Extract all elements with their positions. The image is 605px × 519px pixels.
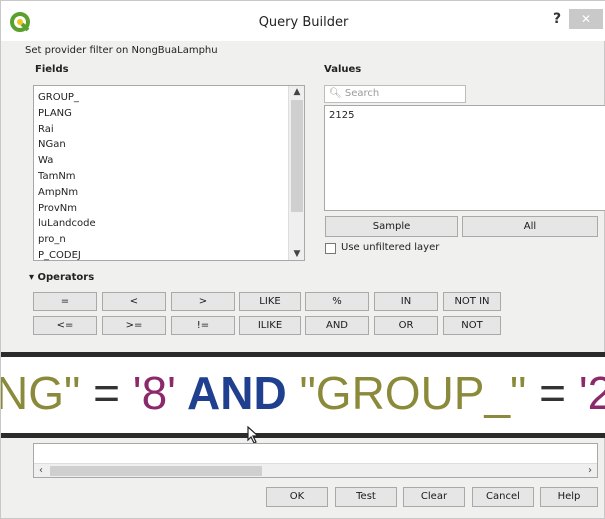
operator-button[interactable]: IN xyxy=(374,292,438,311)
operator-button[interactable]: != xyxy=(171,316,235,335)
use-unfiltered-checkbox[interactable] xyxy=(325,243,336,254)
help-button[interactable]: Help xyxy=(540,487,598,507)
expression-token: = xyxy=(80,367,133,419)
ok-button[interactable]: OK xyxy=(266,487,328,507)
expression-scrollbar[interactable]: ‹ › xyxy=(34,463,597,477)
scroll-down-icon[interactable]: ▼ xyxy=(289,249,305,259)
search-icon: 🔍︎ xyxy=(329,88,342,99)
field-item[interactable]: NGan xyxy=(38,137,96,153)
all-button[interactable]: All xyxy=(462,216,598,237)
expression-text[interactable]: NG" = '8' AND "GROUP_" = '2 xyxy=(1,365,605,421)
test-button[interactable]: Test xyxy=(335,487,397,507)
operators-header[interactable]: ▾ Operators xyxy=(29,272,94,283)
expression-token: '8' xyxy=(132,367,176,419)
use-unfiltered-label: Use unfiltered layer xyxy=(341,242,440,253)
field-item[interactable]: AmpNm xyxy=(38,185,96,201)
fields-label: Fields xyxy=(35,64,69,75)
scroll-right-icon[interactable]: › xyxy=(583,464,597,477)
field-item[interactable]: pro_n xyxy=(38,232,96,248)
operators-label: Operators xyxy=(37,272,95,283)
operator-button[interactable]: < xyxy=(102,292,166,311)
operator-button[interactable]: = xyxy=(33,292,97,311)
fields-scrollbar[interactable]: ▲ ▼ xyxy=(288,86,304,260)
values-search-input[interactable]: 🔍︎ Search xyxy=(324,85,466,103)
field-item[interactable]: Rai xyxy=(38,122,96,138)
expression-token: NG" xyxy=(1,367,81,419)
field-item[interactable]: luLandcode xyxy=(38,216,96,232)
operator-button[interactable]: ILIKE xyxy=(239,316,301,335)
operator-button[interactable]: NOT xyxy=(443,316,501,335)
expression-token: AND xyxy=(175,367,300,419)
operator-button[interactable]: > xyxy=(171,292,235,311)
operator-button[interactable]: NOT IN xyxy=(443,292,501,311)
expression-zoom: NG" = '8' AND "GROUP_" = '2 xyxy=(1,352,605,438)
value-item[interactable]: 2125 xyxy=(325,106,605,125)
fields-list[interactable]: GROUP_ PLANG Rai NGan Wa TamNm AmpNm ProvNm luLa… xyxy=(33,85,305,261)
field-item[interactable]: P_CODEJ xyxy=(38,248,96,264)
help-icon[interactable]: ? xyxy=(550,11,564,29)
operator-button[interactable]: <= xyxy=(33,316,97,335)
scroll-left-icon[interactable]: ‹ xyxy=(34,464,48,477)
window-title: Query Builder xyxy=(258,15,349,30)
values-list[interactable]: 2125 xyxy=(324,105,605,211)
values-label: Values xyxy=(324,64,362,75)
operator-button[interactable]: OR xyxy=(374,316,438,335)
cancel-button[interactable]: Cancel xyxy=(472,487,534,507)
mouse-pointer-icon xyxy=(247,426,260,444)
expression-token: '2 xyxy=(578,367,605,419)
field-item[interactable]: Wa xyxy=(38,153,96,169)
field-item[interactable]: GROUP_ xyxy=(38,90,96,106)
expression-token: "GROUP_" xyxy=(299,367,527,419)
operator-button[interactable]: LIKE xyxy=(239,292,301,311)
operator-button[interactable]: % xyxy=(305,292,369,311)
field-item[interactable]: TamNm xyxy=(38,169,96,185)
collapse-triangle-icon: ▾ xyxy=(29,272,35,283)
close-button[interactable]: ✕ xyxy=(569,9,603,29)
query-builder-window: Query Builder ? ✕ Set provider filter on… xyxy=(0,0,605,519)
fields-items: GROUP_ PLANG Rai NGan Wa TamNm AmpNm ProvNm luLa… xyxy=(38,90,96,264)
operator-button[interactable]: >= xyxy=(102,316,166,335)
expression-token: = xyxy=(526,367,579,419)
sample-button[interactable]: Sample xyxy=(325,216,458,237)
provider-filter-label: Set provider filter on NongBuaLamphu xyxy=(25,45,218,56)
field-item[interactable]: ProvNm xyxy=(38,201,96,217)
title-bar: Query Builder ? ✕ xyxy=(1,1,605,41)
values-items: 2125 xyxy=(325,106,605,125)
expression-editor[interactable]: ‹ › xyxy=(33,443,598,478)
clear-button[interactable]: Clear xyxy=(403,487,465,507)
search-placeholder: Search xyxy=(344,88,380,99)
field-item[interactable]: PLANG xyxy=(38,106,96,122)
operator-button[interactable]: AND xyxy=(305,316,369,335)
expression-scroll-thumb[interactable] xyxy=(50,466,262,476)
scroll-up-icon[interactable]: ▲ xyxy=(289,87,305,97)
scroll-thumb[interactable] xyxy=(291,100,303,212)
